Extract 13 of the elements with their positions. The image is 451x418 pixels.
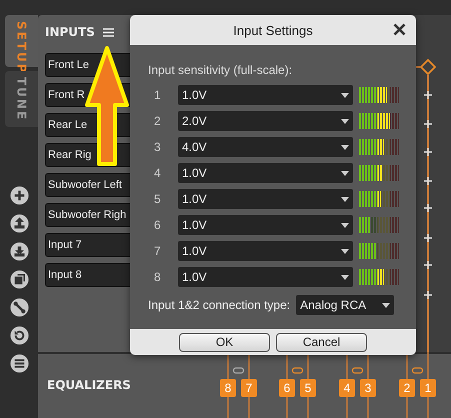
panel-title: INPUTS [45,25,95,39]
panel-title: EQUALIZERS [47,378,131,392]
input-number: 5 [153,192,162,206]
input-number: 8 [153,270,162,284]
sensitivity-label: Input sensitivity (full-scale): [148,63,294,77]
connection-label: Input 1&2 connection type: [148,298,290,312]
input-number: 3 [153,140,162,154]
input-number: 6 [153,218,162,232]
input-number: 1 [153,88,162,102]
dialog-title: Input Settings [233,22,313,38]
input-number: 4 [153,166,162,180]
input-number: 7 [153,244,162,258]
input-number: 2 [153,114,162,128]
